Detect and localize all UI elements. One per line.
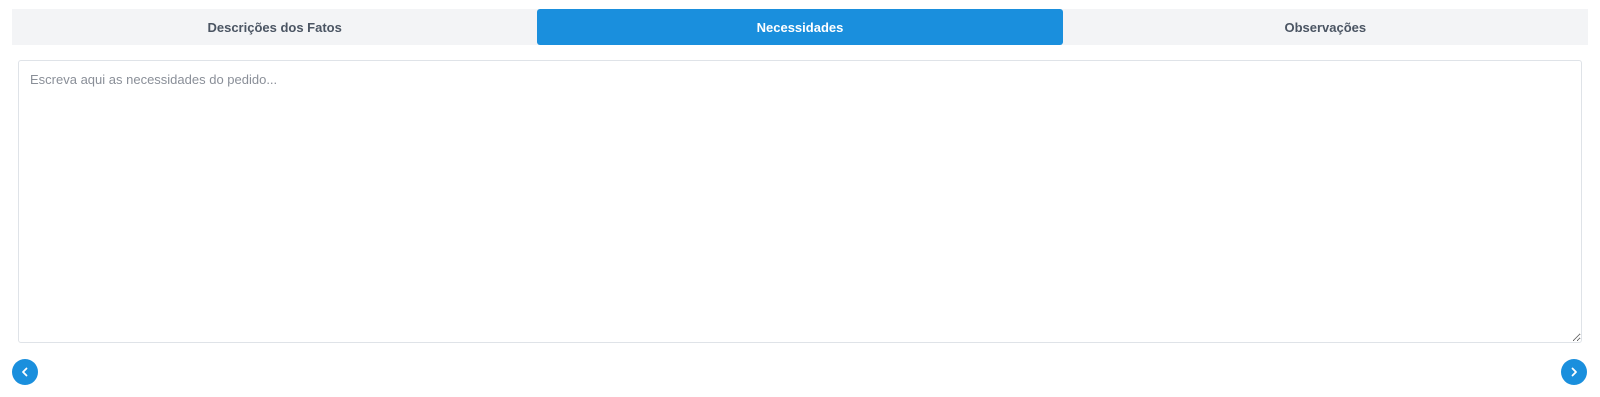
chevron-left-icon [19,366,31,378]
necessidades-editor [18,60,1582,343]
previous-button[interactable] [12,359,38,385]
tab-descricoes-dos-fatos[interactable]: Descrições dos Fatos [12,9,537,45]
tab-bar: Descrições dos Fatos Necessidades Observ… [12,9,1588,45]
next-button[interactable] [1561,359,1587,385]
tab-label: Necessidades [756,19,844,35]
chevron-right-icon [1568,366,1580,378]
tab-observacoes[interactable]: Observações [1063,9,1588,45]
necessidades-textarea[interactable] [19,61,1581,342]
tab-necessidades[interactable]: Necessidades [537,9,1063,45]
tab-label: Observações [1284,19,1367,35]
tab-label: Descrições dos Fatos [207,19,342,35]
